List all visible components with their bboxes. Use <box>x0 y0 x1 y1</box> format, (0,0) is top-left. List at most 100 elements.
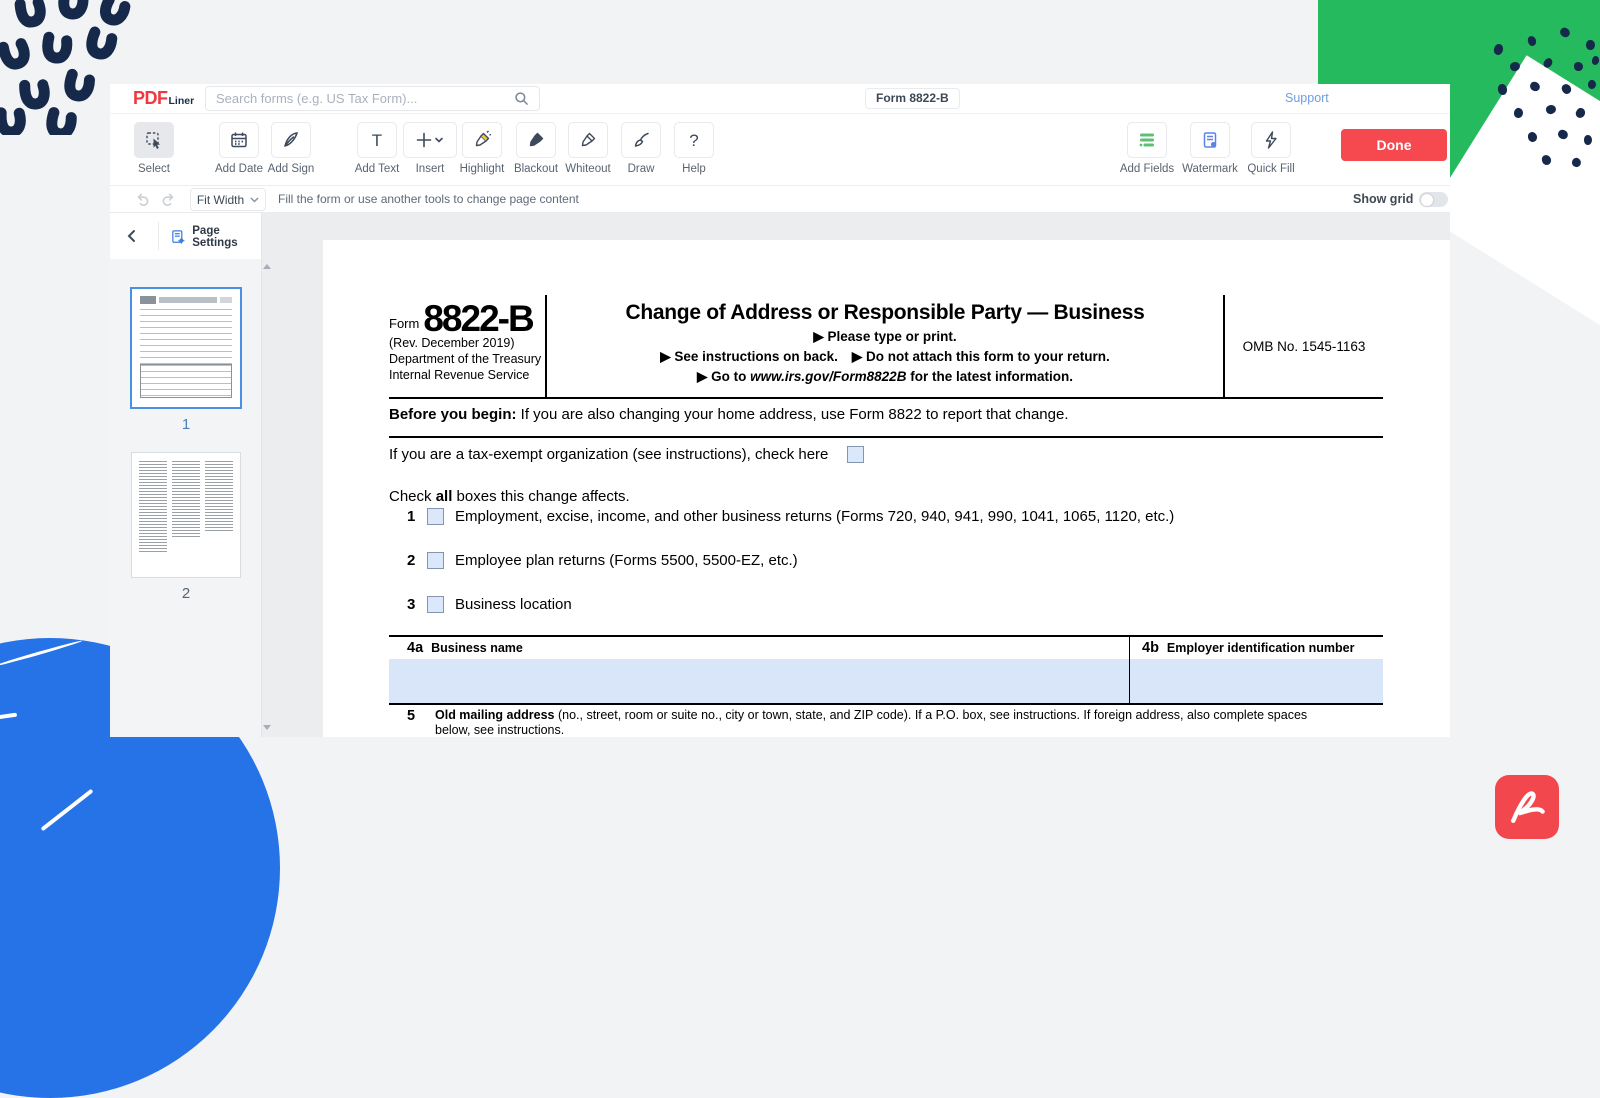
editor-hint-text: Fill the form or use another tools to ch… <box>278 192 579 206</box>
help-button[interactable]: ? Help <box>659 122 729 175</box>
highlight-label: Highlight <box>459 163 505 175</box>
insert-label: Insert <box>415 163 445 175</box>
text-tool-icon: T <box>371 130 383 150</box>
subtitle-2b: ▶ Do not attach this form to your return… <box>851 349 1110 364</box>
item-5-number: 5 <box>407 708 416 724</box>
field-4b-label: Employer identification number <box>1166 641 1355 655</box>
undo-button[interactable] <box>130 189 155 210</box>
redo-button[interactable] <box>156 189 181 210</box>
field-4a-cell: 4a Business name <box>389 637 1130 703</box>
question-mark-icon: ? <box>689 130 699 150</box>
plus-icon <box>416 132 443 148</box>
before-you-begin-line: Before you begin: If you are also changi… <box>389 406 1383 423</box>
add-fields-button[interactable]: Add Fields <box>1112 122 1182 175</box>
view-bar: Fit Width Fill the form or use another t… <box>110 186 1450 213</box>
select-tool-label: Select <box>138 163 170 175</box>
search-box[interactable] <box>205 86 540 111</box>
watermark-label: Watermark <box>1182 163 1238 175</box>
check-all-post: boxes this change affects. <box>452 488 630 505</box>
tax-exempt-checkbox[interactable] <box>846 446 864 463</box>
add-fields-label: Add Fields <box>1119 163 1175 175</box>
search-input[interactable] <box>216 91 514 106</box>
add-sign-button[interactable]: Add Sign <box>256 122 326 175</box>
panel-scroll-down-arrow[interactable] <box>263 725 271 730</box>
item-2-text: Employee plan returns (Forms 5500, 5500-… <box>455 552 798 569</box>
show-grid-toggle[interactable] <box>1419 192 1448 207</box>
ein-input[interactable] <box>1130 659 1383 703</box>
check-all-line: Check all boxes this change affects. <box>389 488 1383 505</box>
highlighter-icon <box>475 130 492 147</box>
show-grid-label: Show grid <box>1353 192 1414 206</box>
fields-4-table: 4a Business name 4b Employer identificat… <box>389 635 1383 705</box>
document-canvas: Form 8822-B (Rev. December 2019) Departm… <box>262 213 1450 737</box>
page-settings-button[interactable]: Page Settings <box>170 225 261 249</box>
business-name-input[interactable] <box>389 659 1129 703</box>
content-area: Page Settings 1 2 Form 8822-B (Rev. Dece… <box>110 213 1450 737</box>
form-subtitle-3: ▶ Go to www.irs.gov/Form8822B for the la… <box>555 369 1215 385</box>
panel-divider <box>158 222 159 250</box>
form-dept-2: Internal Revenue Service <box>389 368 530 382</box>
page-settings-icon <box>172 230 185 244</box>
blackout-label: Blackout <box>513 163 559 175</box>
item-number: 2 <box>407 552 416 569</box>
watermark-button[interactable]: Watermark <box>1175 122 1245 175</box>
omb-number: OMB No. 1545-1163 <box>1242 338 1366 354</box>
item-1-checkbox[interactable] <box>427 508 444 525</box>
select-tool-button[interactable]: Select <box>119 122 189 175</box>
toggle-knob <box>1421 193 1433 206</box>
support-link[interactable]: Support <box>1285 91 1329 105</box>
logo-pdf-text: PDF <box>133 88 168 108</box>
pdfliner-logo[interactable]: PDF Liner <box>133 88 194 108</box>
form-dept-1: Department of the Treasury <box>389 352 542 366</box>
fields-list-icon <box>1139 133 1154 147</box>
document-page: Form 8822-B (Rev. December 2019) Departm… <box>323 240 1450 737</box>
page-thumbnail-1[interactable] <box>130 287 242 409</box>
item-5-line: 5 Old mailing address (no., street, room… <box>389 708 1383 737</box>
before-you-begin-bold: Before you begin: <box>389 406 517 423</box>
zoom-mode-value: Fit Width <box>196 192 245 207</box>
form-number: 8822-B <box>423 298 534 339</box>
paintbrush-icon <box>634 132 649 147</box>
item-2-checkbox[interactable] <box>427 552 444 569</box>
page-number-2: 2 <box>181 585 191 602</box>
field-4b-cell: 4b Employer identification number <box>1130 637 1383 703</box>
pages-side-panel: Page Settings 1 2 <box>110 213 262 737</box>
page-settings-label: Page Settings <box>192 225 238 249</box>
toolbar: Select Add Date Add Sign T Add Text Inse… <box>110 114 1450 186</box>
whiteout-brush-icon <box>581 132 596 147</box>
quill-pen-icon <box>284 132 299 147</box>
subtitle-3-suffix: for the latest information. <box>906 369 1073 384</box>
item-3-text: Business location <box>455 596 572 613</box>
tax-exempt-text: If you are a tax-exempt organization (se… <box>389 446 829 463</box>
item-3-checkbox[interactable] <box>427 596 444 613</box>
help-label: Help <box>682 163 706 175</box>
page-thumbnail-2[interactable] <box>131 452 241 578</box>
lightning-icon <box>1265 131 1277 149</box>
done-button[interactable]: Done <box>1341 129 1447 161</box>
calendar-icon <box>231 132 247 148</box>
before-you-begin-text: If you are also changing your home addre… <box>516 406 1069 423</box>
app-window: PDF Liner Form 8822-B Support Select <box>110 84 1450 737</box>
horizontal-rule <box>389 436 1383 438</box>
item-1-text: Employment, excise, income, and other bu… <box>455 508 1175 525</box>
draw-label: Draw <box>627 163 655 175</box>
pdf-logo-icon <box>1495 775 1559 839</box>
chevron-left-icon[interactable] <box>123 227 141 245</box>
item-number: 3 <box>407 596 416 613</box>
search-icon[interactable] <box>514 91 529 106</box>
logo-liner-text: Liner <box>168 95 195 107</box>
item-number: 1 <box>407 508 416 525</box>
subtitle-3-prefix: ▶ Go to <box>697 369 751 384</box>
check-all-bold: all <box>435 488 453 505</box>
watermark-document-icon <box>1203 132 1217 148</box>
form-url: www.irs.gov/Form8822B <box>750 369 907 384</box>
chevron-down-icon <box>250 196 259 203</box>
check-item-3: 3 Business location <box>389 596 572 613</box>
undo-icon <box>137 193 149 206</box>
subtitle-2a: ▶ See instructions on back. <box>660 349 838 364</box>
quick-fill-button[interactable]: Quick Fill <box>1236 122 1306 175</box>
form-title-block: Change of Address or Responsible Party —… <box>545 295 1225 397</box>
panel-scroll-up-arrow[interactable] <box>263 264 271 269</box>
add-sign-label: Add Sign <box>267 163 315 175</box>
zoom-mode-dropdown[interactable]: Fit Width <box>190 188 266 211</box>
